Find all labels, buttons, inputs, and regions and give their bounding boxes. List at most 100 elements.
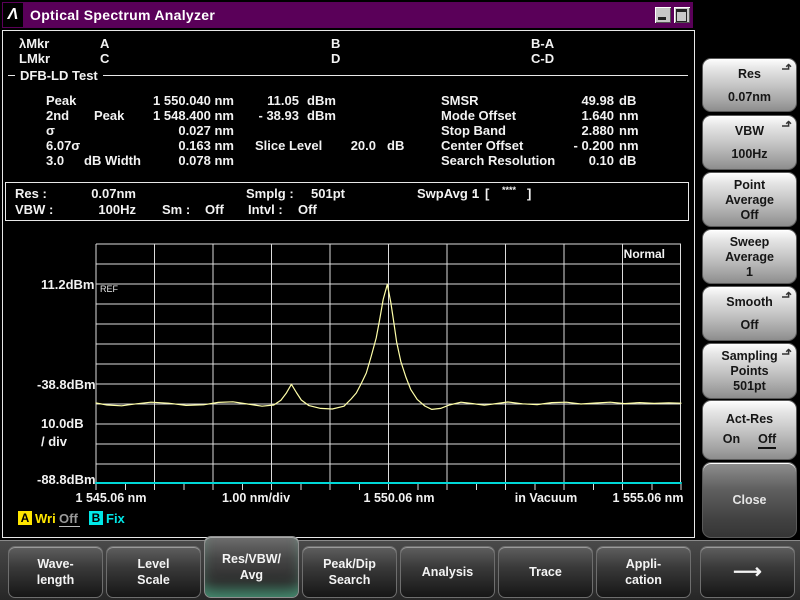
res-status-value: 0.07nm: [61, 186, 136, 201]
marker-d: D: [331, 51, 340, 66]
submenu-arrow-icon: ↳: [780, 347, 794, 357]
center-offset-unit: nm: [619, 138, 639, 153]
mode-offset-unit: nm: [619, 108, 639, 123]
trace-mode-label: Normal: [624, 247, 665, 261]
x-label-div: 1.00 nm/div: [222, 491, 290, 505]
sampling-points-line1: Sampling: [721, 349, 777, 363]
side-menu: ↳ Res 0.07nm ↳ VBW 100Hz Point Average O…: [695, 0, 800, 540]
menu-level-scale-line2: Scale: [137, 572, 170, 588]
menu-trace[interactable]: Trace: [498, 546, 593, 598]
sigma-label: σ: [46, 123, 55, 138]
smooth-button-label: Smooth: [726, 295, 773, 309]
sampling-points-line2: Points: [730, 364, 768, 378]
stop-band-unit: nm: [619, 123, 639, 138]
menu-wavelength[interactable]: Wave- length: [8, 546, 103, 598]
menu-analysis[interactable]: Analysis: [400, 546, 495, 598]
x-axis-labels: 1 545.06 nm 1.00 nm/div 1 550.06 nm in V…: [3, 491, 692, 507]
smsr-label: SMSR: [441, 93, 479, 108]
point-average-line1: Point: [734, 178, 765, 192]
interval-status-label: Intvl :: [248, 202, 283, 217]
minimize-button[interactable]: [655, 7, 671, 23]
sweep-average-line1: Sweep: [730, 235, 770, 249]
second-peak-level: - 38.93: [241, 108, 299, 123]
trace-a-mode: Wri: [35, 511, 56, 526]
vbw-status-value: 100Hz: [61, 202, 136, 217]
sweep-avg-bracket-close: ]: [527, 186, 531, 201]
res-button-label: Res: [738, 67, 761, 81]
analysis-row-2nd-peak: 2nd Peak 1 548.400 nm - 38.93 dBm Mode O…: [3, 108, 692, 123]
menu-application[interactable]: Appli- cation: [596, 546, 691, 598]
smooth-button-value: Off: [740, 318, 758, 332]
second-peak-label2: Peak: [94, 108, 124, 123]
vbw-status-label: VBW :: [15, 202, 53, 217]
sweep-status-box: Res : 0.07nm Smplg : 501pt SwpAvg : 1 [ …: [5, 182, 689, 221]
lambda-marker-label: λMkr: [19, 36, 49, 51]
act-res-toggle: On Off: [723, 432, 776, 449]
bottom-menu-bar: Wave- length Level Scale Res/VBW/ Avg Pe…: [0, 540, 800, 600]
point-average-button[interactable]: Point Average Off: [702, 172, 797, 227]
res-button[interactable]: ↳ Res 0.07nm: [702, 58, 797, 112]
act-res-off[interactable]: Off: [758, 432, 776, 449]
sweep-avg-bracket-open: [: [485, 186, 489, 201]
six-sigma-label: 6.07σ: [46, 138, 80, 153]
center-offset-value: - 0.200: [531, 138, 614, 153]
vbw-button[interactable]: ↳ VBW 100Hz: [702, 115, 797, 170]
close-button-label: Close: [732, 493, 766, 507]
sweep-average-button[interactable]: Sweep Average 1: [702, 229, 797, 284]
x-label-medium: in Vacuum: [515, 491, 578, 505]
marker-c-d: C-D: [531, 51, 554, 66]
act-res-button[interactable]: Act-Res On Off: [702, 400, 797, 460]
submenu-arrow-icon: ↳: [780, 119, 794, 129]
x-label-start: 1 545.06 nm: [76, 491, 147, 505]
maximize-button[interactable]: [674, 7, 690, 23]
sweep-avg-label: SwpAvg :: [417, 186, 476, 201]
next-page-arrow-icon: ⟶: [733, 564, 762, 580]
sampling-status-label: Smplg :: [246, 186, 294, 201]
menu-peak-dip-line1: Peak/Dip: [323, 556, 376, 572]
menu-level-scale[interactable]: Level Scale: [106, 546, 201, 598]
menu-level-scale-line1: Level: [138, 556, 170, 572]
sweep-average-line2: Average: [725, 250, 774, 264]
level-marker-row: LMkr C D C-D: [3, 51, 692, 66]
mode-offset-value: 1.640: [531, 108, 614, 123]
menu-res-vbw-avg-line1: Res/VBW/: [222, 551, 281, 567]
smooth-status-label: Sm :: [162, 202, 190, 217]
act-res-on[interactable]: On: [723, 432, 740, 449]
menu-application-line2: cation: [625, 572, 662, 588]
second-peak-wavelength: 1 548.400 nm: [121, 108, 234, 123]
close-button[interactable]: Close: [702, 462, 797, 538]
marker-a: A: [100, 36, 109, 51]
menu-next-page[interactable]: ⟶: [700, 546, 795, 598]
sampling-points-value: 501pt: [733, 379, 766, 393]
menu-peak-dip-line2: Search: [329, 572, 371, 588]
menu-res-vbw-avg[interactable]: Res/VBW/ Avg: [204, 536, 299, 598]
peak-wavelength: 1 550.040 nm: [121, 93, 234, 108]
spectrum-plot: [96, 244, 681, 494]
menu-peak-dip-search[interactable]: Peak/Dip Search: [302, 546, 397, 598]
y-label-scale-div: / div: [41, 434, 67, 449]
marker-c: C: [100, 51, 109, 66]
slice-level-label: Slice Level: [255, 138, 322, 153]
trace-a-badge[interactable]: A: [18, 511, 32, 525]
submenu-arrow-icon: ↳: [780, 290, 794, 300]
sweep-avg-stars: ****: [502, 185, 516, 195]
point-average-line2: Average: [725, 193, 774, 207]
analysis-title: DFB-LD Test: [15, 68, 103, 83]
peak-level-unit: dBm: [307, 93, 336, 108]
trace-b-badge[interactable]: B: [89, 511, 103, 525]
sweep-avg-value: 1: [472, 186, 479, 201]
title-bar: Λ Optical Spectrum Analyzer: [0, 0, 695, 30]
analysis-row-db-width: 3.0 dB Width 0.078 nm Search Resolution …: [3, 153, 692, 168]
second-peak-level-unit: dBm: [307, 108, 336, 123]
sampling-points-button[interactable]: ↳ Sampling Points 501pt: [702, 343, 797, 399]
status-row-1: Res : 0.07nm Smplg : 501pt SwpAvg : 1 [ …: [6, 186, 686, 201]
menu-res-vbw-avg-line2: Avg: [240, 567, 263, 583]
smooth-button[interactable]: ↳ Smooth Off: [702, 286, 797, 341]
menu-application-line1: Appli-: [626, 556, 661, 572]
menu-trace-label: Trace: [529, 564, 562, 580]
vbw-button-value: 100Hz: [731, 147, 767, 161]
x-label-stop: 1 555.06 nm: [613, 491, 684, 505]
mode-offset-label: Mode Offset: [441, 108, 516, 123]
anritsu-logo-icon: Λ: [3, 3, 23, 27]
slice-level-value: 20.0: [333, 138, 376, 153]
